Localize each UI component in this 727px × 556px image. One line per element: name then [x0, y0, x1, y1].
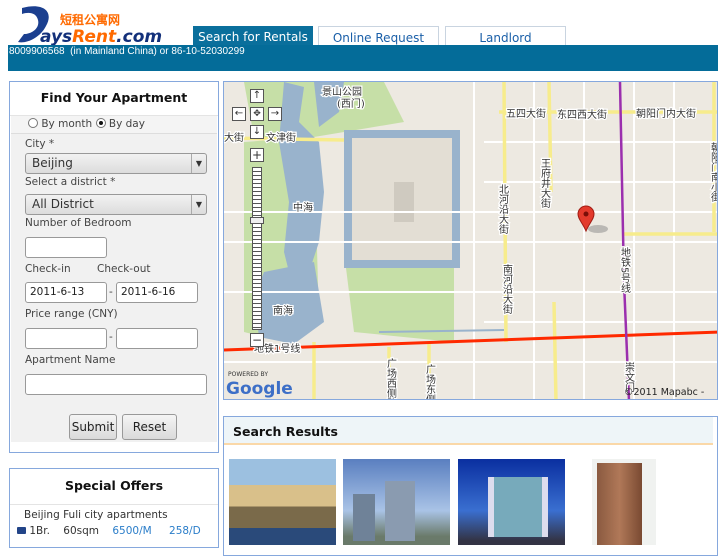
- map-label: 朝阳门内大街: [636, 107, 696, 120]
- map-label: 朝阳门南小街: [709, 142, 719, 203]
- map-label: 大街: [224, 131, 244, 144]
- pan-left-button[interactable]: ←: [232, 107, 246, 121]
- offer-bedrooms: 1Br.: [29, 525, 50, 537]
- map-label: 王府井大街: [539, 158, 551, 209]
- map-label: 中海: [293, 201, 313, 214]
- special-offers-title: Special Offers: [10, 469, 218, 505]
- checkout-input[interactable]: 2011-6-16: [116, 282, 198, 303]
- search-results-title: Search Results: [224, 417, 713, 445]
- offer-row[interactable]: 1Br. 60sqm 6500/M 258/D: [17, 525, 201, 537]
- map-label: 广场西侧路: [385, 358, 397, 400]
- location-marker-icon[interactable]: [577, 205, 608, 233]
- daysrent-logo[interactable]: 短租公寓网 aysRent.com: [14, 4, 179, 47]
- bed-icon: [17, 527, 26, 534]
- phone-text: 8009906568 (in Mainland China) or 86-10-…: [9, 46, 245, 57]
- map-label: 五四大街: [506, 107, 546, 120]
- dropdown-arrow-icon: ▼: [191, 154, 206, 173]
- map-label: 广场东侧: [424, 364, 436, 400]
- city-select[interactable]: Beijing ▼: [25, 153, 207, 174]
- reset-button[interactable]: Reset: [122, 414, 177, 440]
- tab-online-request[interactable]: Online Request: [318, 26, 439, 46]
- apartment-name-label: Apartment Name: [25, 354, 116, 366]
- map-copyright: ©2011 Mapabc -: [624, 387, 704, 398]
- svg-text:短租公寓网: 短租公寓网: [60, 12, 120, 27]
- pan-up-button[interactable]: ↑: [250, 89, 264, 103]
- map-label: 文津街: [266, 131, 296, 144]
- map-label: 北河沿大街: [497, 184, 509, 235]
- map[interactable]: 景山公园 (西门) 五四大街 东四西大街 朝阳门内大街 文津街 大街 中海 南海…: [223, 81, 718, 400]
- bedroom-label: Number of Bedroom: [25, 217, 132, 229]
- powered-by-text: POWERED BY: [228, 371, 268, 378]
- zoom-slider-track[interactable]: [252, 167, 262, 330]
- price-label: Price range (CNY): [25, 308, 118, 320]
- city-label: City *: [25, 138, 55, 150]
- checkin-input[interactable]: 2011-6-13: [25, 282, 107, 303]
- find-apartment-panel: Find Your Apartment By month By day City…: [9, 81, 219, 453]
- offer-size: 60sqm: [63, 525, 99, 537]
- zoom-in-button[interactable]: +: [250, 148, 264, 162]
- map-label: 东四西大街: [557, 108, 607, 121]
- apartment-photo-3[interactable]: [458, 459, 565, 545]
- apartment-photo-2[interactable]: [343, 459, 450, 545]
- map-label: 地铁5号线: [619, 246, 631, 294]
- checkin-label: Check-in: [25, 263, 71, 275]
- search-form: By month By day City * Beijing ▼ Select a…: [11, 116, 217, 442]
- checkout-label: Check-out: [97, 263, 151, 275]
- apartment-photo-1[interactable]: [229, 459, 336, 545]
- contact-bar: 8009906568 (in Mainland China) or 86-10-…: [8, 45, 718, 71]
- map-label: (西门): [337, 97, 365, 110]
- pan-center-button[interactable]: ✥: [250, 107, 264, 121]
- pan-right-button[interactable]: →: [268, 107, 282, 121]
- map-label: 南海: [273, 304, 293, 317]
- find-apartment-title: Find Your Apartment: [10, 82, 218, 116]
- date-dash: -: [109, 286, 113, 298]
- price-dash: -: [109, 331, 113, 343]
- radio-label: By day: [108, 118, 145, 130]
- svg-text:aysRent.com: aysRent.com: [40, 27, 162, 46]
- offer-daily-price: 258/D: [169, 525, 201, 537]
- tab-landlord[interactable]: Landlord: [445, 26, 566, 46]
- bedroom-input[interactable]: [25, 237, 107, 258]
- price-max-input[interactable]: [116, 328, 198, 349]
- radio-selected-icon: [95, 118, 106, 128]
- offer-monthly-price: 6500/M: [112, 525, 152, 537]
- submit-button[interactable]: Submit: [69, 414, 117, 440]
- radio-button-icon: [28, 118, 38, 128]
- offer-name[interactable]: Beijing Fuli city apartments: [24, 509, 168, 521]
- radio-by-month[interactable]: By month: [28, 118, 92, 130]
- map-label: 南河沿大街: [501, 263, 513, 315]
- apartment-photo-4[interactable]: [592, 459, 656, 545]
- apartment-name-input[interactable]: [25, 374, 207, 395]
- zoom-out-button[interactable]: −: [250, 333, 264, 347]
- pan-down-button[interactable]: ↓: [250, 125, 264, 139]
- zoom-slider-handle[interactable]: [250, 217, 264, 224]
- district-select[interactable]: All District ▼: [25, 194, 207, 215]
- map-label: 景山公园: [322, 86, 362, 98]
- district-value: All District: [32, 197, 94, 211]
- city-value: Beijing: [32, 156, 73, 170]
- radio-label: By month: [41, 118, 93, 130]
- price-min-input[interactable]: [25, 328, 107, 349]
- tab-search-for-rentals[interactable]: Search for Rentals: [193, 26, 313, 46]
- google-logo: Google: [226, 379, 293, 399]
- radio-by-day[interactable]: By day: [95, 118, 145, 130]
- special-offers-panel: Special Offers Beijing Fuli city apartme…: [9, 468, 219, 548]
- district-label: Select a district *: [25, 176, 116, 188]
- dropdown-arrow-icon: ▼: [191, 195, 206, 214]
